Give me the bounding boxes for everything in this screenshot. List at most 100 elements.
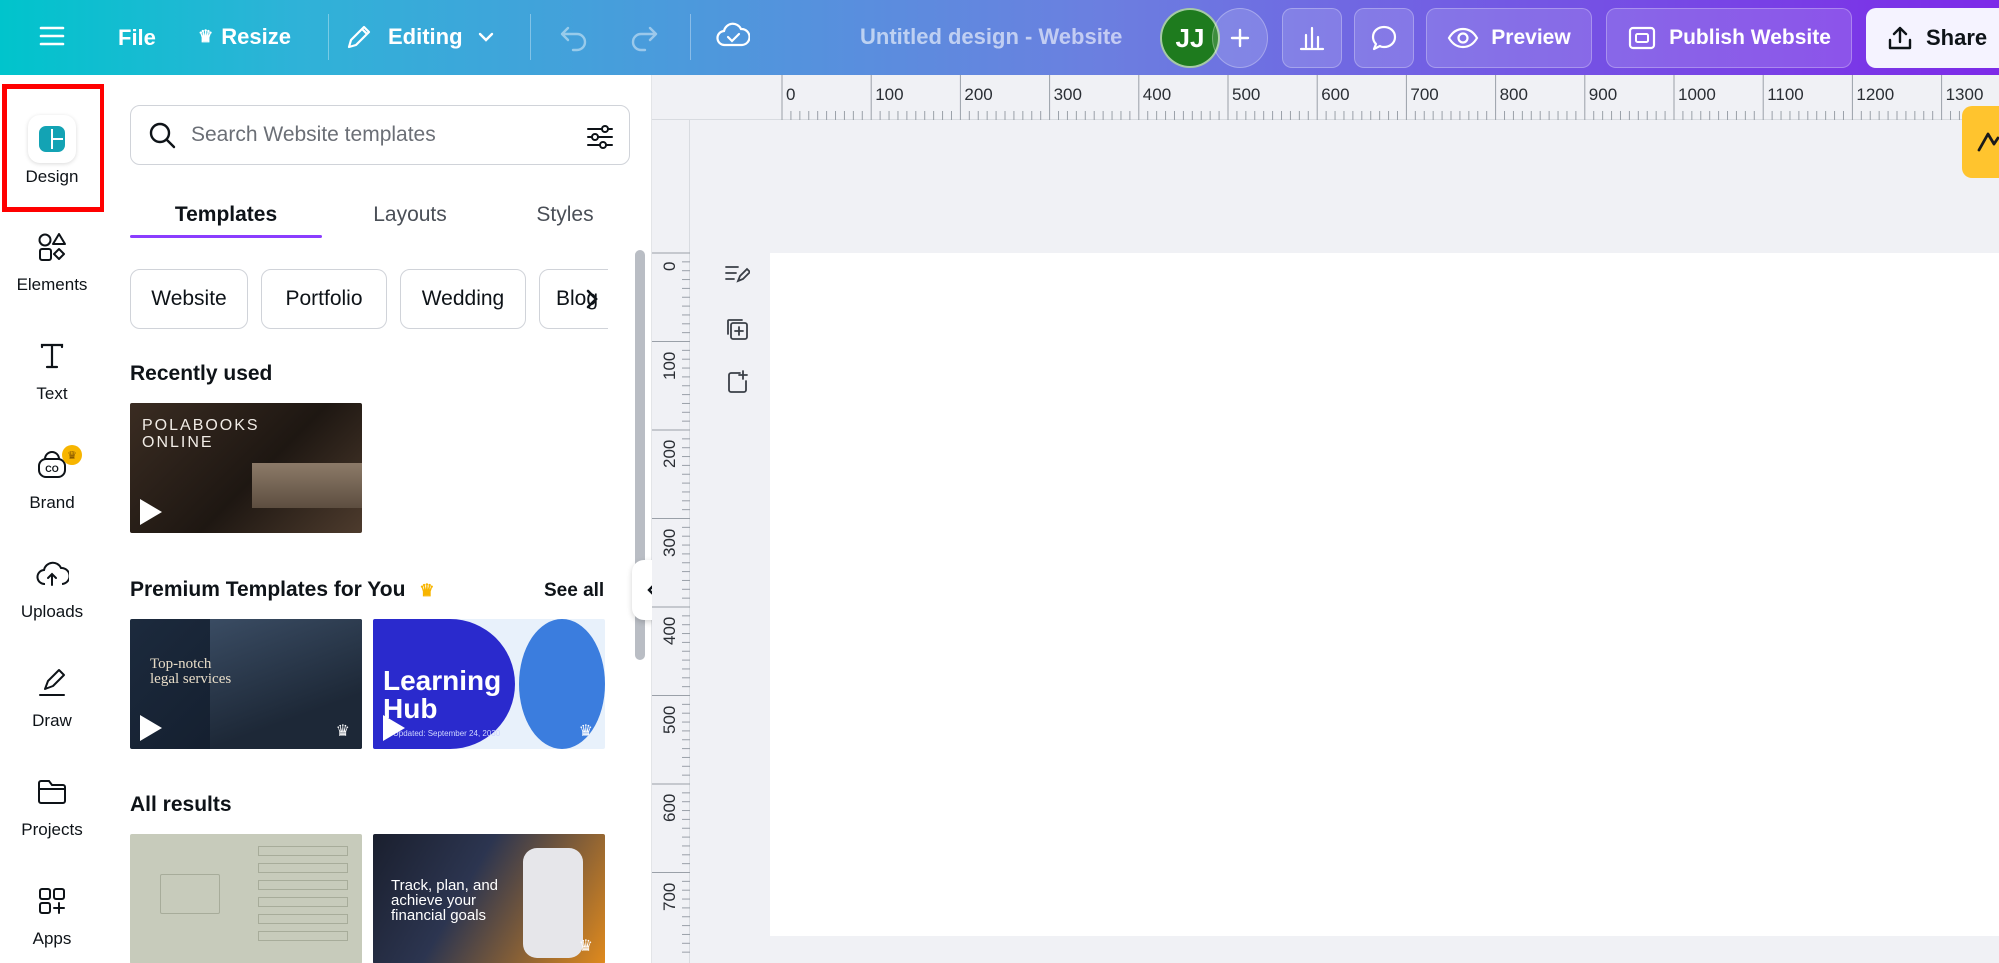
crown-icon: ♛ [578, 723, 593, 740]
ruler-label: 1100 [1767, 85, 1804, 104]
sidebar-item-uploads[interactable]: Uploads [0, 540, 104, 640]
comment-icon [1371, 25, 1397, 51]
design-panel: Templates Layouts Styles Website Portfol… [104, 75, 652, 963]
ruler-label: 1000 [1678, 85, 1716, 104]
editing-mode-button[interactable]: Editing [344, 22, 495, 52]
ruler-label: 300 [660, 528, 679, 557]
shapes-icon [28, 223, 76, 271]
thumb-title-line: POLABOOKS [142, 417, 260, 434]
template-thumbnail-legal[interactable]: Top-notch legal services ♛ [130, 619, 362, 749]
draw-pen-icon [28, 659, 76, 707]
comments-button[interactable] [1354, 8, 1414, 68]
sidebar-item-projects[interactable]: Projects [0, 758, 104, 858]
template-thumbnail-polabooks[interactable]: POLABOOKS ONLINE [130, 403, 362, 533]
document-title[interactable]: Untitled design - Website [860, 24, 1122, 50]
crown-icon: ♛ [198, 27, 214, 46]
chevron-right-icon[interactable] [582, 287, 602, 316]
top-toolbar: File ♛ Resize Editing Untitled design - … [0, 0, 1999, 75]
tab-styles[interactable]: Styles [500, 183, 630, 247]
active-tab-indicator [130, 235, 322, 238]
play-icon [140, 499, 162, 525]
template-thumbnail-leafly[interactable] [130, 834, 362, 963]
divider [530, 14, 531, 60]
book-stack-image [252, 463, 362, 508]
menu-icon[interactable] [38, 22, 66, 50]
svg-text:CO: CO [45, 464, 59, 474]
horizontal-ruler: 0 100 200 300 400 500 600 700 800 900 1000 1100 1200… [652, 75, 1999, 120]
bar-chart-icon [1299, 26, 1325, 51]
notes-icon[interactable] [723, 260, 751, 288]
design-canvas-page[interactable] [770, 253, 1999, 936]
search-box[interactable] [130, 105, 630, 165]
apps-grid-icon [28, 877, 76, 925]
ruler-label: 700 [660, 882, 679, 911]
thumb-title: POLABOOKS ONLINE [142, 417, 260, 451]
undo-icon[interactable] [558, 22, 590, 52]
ruler-label: 0 [786, 85, 796, 104]
chip-website[interactable]: Website [130, 269, 248, 329]
ruler-label: 800 [1499, 85, 1528, 104]
ruler-label: 1300 [1945, 85, 1984, 104]
resize-button[interactable]: ♛ Resize [198, 24, 291, 50]
sidebar-item-brand[interactable]: CO ♛ Brand [0, 431, 104, 531]
text-icon [28, 332, 76, 380]
duplicate-page-icon[interactable] [723, 315, 751, 343]
template-thumbnail-finance[interactable]: Track, plan, and achieve your financial … [373, 834, 605, 963]
sidebar-label: Text [36, 384, 68, 403]
add-collaborator-button[interactable] [1212, 8, 1268, 68]
share-button[interactable]: Share [1866, 8, 1999, 68]
sidebar-item-apps[interactable]: Apps [0, 867, 104, 963]
thumb-date: Updated: September 24, 2030 [393, 729, 501, 738]
thumb-title-line: financial goals [391, 907, 487, 924]
pencil-icon [347, 25, 371, 49]
ruler-label: 600 [660, 793, 679, 822]
sidebar-item-draw[interactable]: Draw [0, 649, 104, 749]
sidebar-label: Projects [21, 820, 83, 839]
file-menu[interactable]: File [118, 25, 156, 51]
add-page-icon[interactable] [723, 368, 751, 396]
thumb-title-line: ONLINE [142, 434, 214, 451]
folder-icon [28, 768, 76, 816]
sidebar-item-elements[interactable]: Elements [0, 213, 104, 313]
all-results-heading: All results [130, 793, 232, 816]
chip-wedding[interactable]: Wedding [400, 269, 526, 329]
ruler-label: 100 [875, 85, 904, 104]
assistant-launcher[interactable] [1962, 106, 1999, 178]
filter-icon[interactable] [585, 122, 615, 152]
upload-share-icon [1888, 26, 1912, 50]
insights-button[interactable] [1282, 8, 1342, 68]
link-list [258, 846, 348, 963]
recently-used-heading: Recently used [130, 362, 273, 385]
thumb-title-line: Track, plan, and [391, 877, 498, 894]
chip-portfolio[interactable]: Portfolio [261, 269, 387, 329]
ruler-label: 1200 [1856, 85, 1895, 104]
preview-button[interactable]: Preview [1426, 8, 1592, 68]
logo-mark [160, 874, 220, 914]
avatar[interactable]: JJ [1160, 8, 1220, 68]
premium-templates-heading: Premium Templates for You ♛ [130, 578, 435, 602]
left-sidebar: Design Elements Text CO ♛ Brand Uploads … [0, 75, 105, 963]
thumb-title-line: Learning [383, 665, 502, 696]
see-all-link[interactable]: See all [544, 580, 604, 602]
publish-website-button[interactable]: Publish Website [1606, 8, 1852, 68]
cloud-saved-icon[interactable] [716, 20, 750, 52]
thumb-title: Top-notch legal services [150, 657, 231, 687]
redo-icon[interactable] [628, 22, 660, 52]
sidebar-item-text[interactable]: Text [0, 322, 104, 422]
sidebar-label: Uploads [20, 602, 84, 621]
crown-icon: ♛ [335, 723, 350, 740]
premium-title-text: Premium Templates for You [130, 578, 406, 601]
ruler-label: 400 [1142, 85, 1172, 104]
tab-layouts[interactable]: Layouts [334, 183, 486, 247]
crown-icon: ♛ [578, 938, 593, 955]
ruler-label: 700 [1410, 85, 1439, 104]
search-input[interactable] [191, 123, 571, 147]
ruler-label: 500 [1232, 85, 1261, 104]
ruler-label: 500 [660, 705, 679, 734]
eye-icon [1448, 27, 1479, 49]
play-icon [140, 715, 162, 741]
play-icon [383, 715, 405, 741]
ruler-label: 100 [660, 351, 679, 380]
template-thumbnail-learning-hub[interactable]: Learning Hub Updated: September 24, 2030… [373, 619, 605, 749]
plus-icon [1230, 28, 1250, 48]
